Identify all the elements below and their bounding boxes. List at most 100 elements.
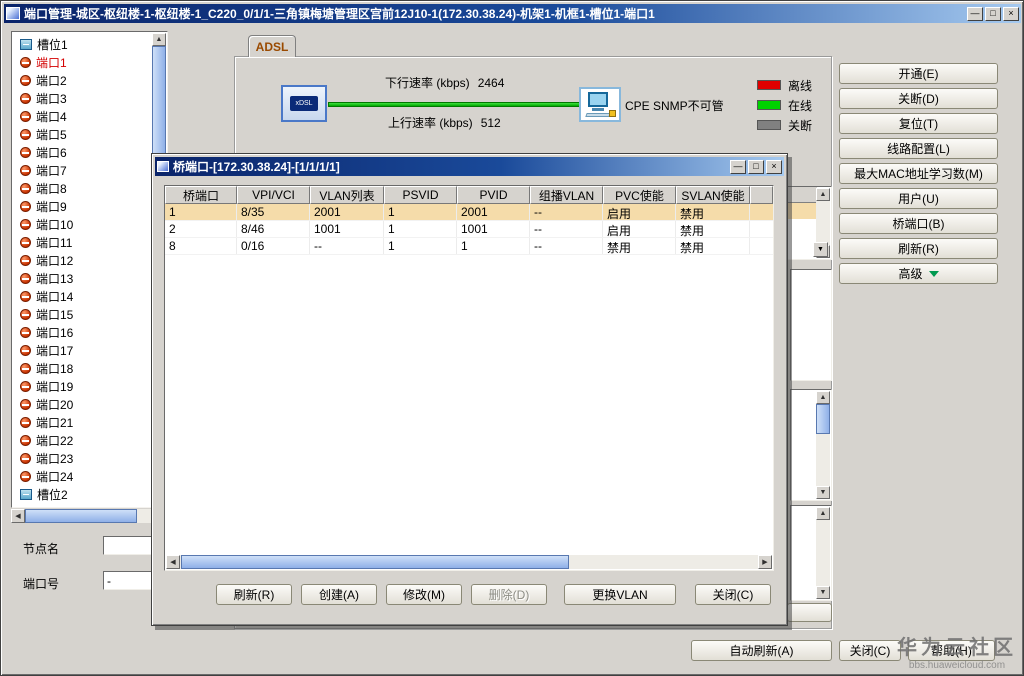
table-row[interactable]: 2 8/46 1001 1 1001 -- 启用 禁用 — [165, 221, 773, 238]
reset-button[interactable]: 复位(T) — [839, 113, 998, 134]
table-cell: 禁用 — [676, 238, 750, 254]
dialog-close-button[interactable]: 关闭(C) — [695, 584, 771, 605]
column-header-2[interactable]: VPI/VCI — [237, 186, 310, 204]
column-header-4[interactable]: PSVID — [384, 186, 457, 204]
scroll-up-icon[interactable]: ▲ — [816, 507, 830, 520]
bridge-port-button[interactable]: 桥端口(B) — [839, 213, 998, 234]
tree-item-端口7[interactable]: 端口7 — [13, 161, 152, 179]
tree-item-端口8[interactable]: 端口8 — [13, 179, 152, 197]
dialog-maximize-icon[interactable]: □ — [748, 159, 764, 174]
column-header-8[interactable]: SVLAN使能 — [676, 186, 750, 204]
tree-item-端口2[interactable]: 端口2 — [13, 71, 152, 89]
column-header-6[interactable]: 组播VLAN — [530, 186, 603, 204]
minimize-icon[interactable]: — — [967, 6, 983, 21]
column-header-7[interactable]: PVC使能 — [603, 186, 676, 204]
scroll-up-icon[interactable]: ▲ — [816, 188, 830, 201]
scroll-left-icon[interactable]: ◀ — [166, 555, 180, 569]
tree-item-端口6[interactable]: 端口6 — [13, 143, 152, 161]
table-cell: 2001 — [310, 204, 384, 220]
table-horizontal-scrollbar[interactable]: ◀ ▶ — [166, 555, 772, 569]
tree-item-槽位1[interactable]: 槽位1 — [13, 35, 152, 53]
button-label: 复位(T) — [898, 117, 939, 131]
tree-item-label: 端口21 — [36, 415, 74, 430]
tree-horizontal-scrollbar[interactable]: ◀ ▶ — [11, 509, 168, 523]
help-button[interactable]: 帮助(H) — [908, 640, 995, 661]
tree-item-端口17[interactable]: 端口17 — [13, 341, 152, 359]
auto-refresh-button[interactable]: 自动刷新(A) — [691, 640, 832, 661]
dialog-refresh-button[interactable]: 刷新(R) — [216, 584, 292, 605]
tree-item-端口20[interactable]: 端口20 — [13, 395, 152, 413]
table-cell: 0/16 — [237, 238, 310, 254]
scroll-right-icon[interactable]: ▶ — [758, 555, 772, 569]
column-header-5[interactable]: PVID — [457, 186, 530, 204]
tree-item-端口24[interactable]: 端口24 — [13, 467, 152, 485]
scroll-down-icon[interactable]: ▼ — [816, 586, 830, 599]
tree-item-端口4[interactable]: 端口4 — [13, 107, 152, 125]
dialog-create-button[interactable]: 创建(A) — [301, 584, 377, 605]
tree-item-端口14[interactable]: 端口14 — [13, 287, 152, 305]
tree-item-端口10[interactable]: 端口10 — [13, 215, 152, 233]
node-name-label: 节点名 — [23, 542, 60, 556]
tree-item-端口19[interactable]: 端口19 — [13, 377, 152, 395]
max-mac-learning-button[interactable]: 最大MAC地址学习数(M) — [839, 163, 998, 184]
background-button-fragment — [787, 603, 832, 622]
close-icon[interactable]: × — [1003, 6, 1019, 21]
table-row[interactable]: 8 0/16 -- 1 1 -- 禁用 禁用 — [165, 238, 773, 255]
dialog-titlebar[interactable]: 桥端口-[172.30.38.24]-[1/1/1/1] — □ × — [155, 157, 784, 176]
scroll-down-icon[interactable]: ▼ — [816, 486, 830, 499]
port-icon — [20, 398, 31, 410]
tree-item-label: 端口19 — [36, 379, 74, 394]
button-label: 高级 — [898, 267, 923, 281]
port-icon — [20, 326, 31, 338]
fragment-scrollbar[interactable]: ▲ ▼ — [816, 507, 830, 599]
tree-item-端口1[interactable]: 端口1 — [13, 53, 152, 71]
scrollbar-thumb[interactable] — [816, 404, 830, 434]
dialog-title: 桥端口-[172.30.38.24]-[1/1/1/1] — [173, 160, 340, 174]
legend-color-swatch — [757, 80, 781, 90]
dialog-change-vlan-button[interactable]: 更换VLAN — [564, 584, 676, 605]
maximize-icon[interactable]: □ — [985, 6, 1001, 21]
dialog-close-icon[interactable]: × — [766, 159, 782, 174]
combo-dropdown-icon[interactable]: ▼ — [813, 242, 828, 257]
column-header-3[interactable]: VLAN列表 — [310, 186, 384, 204]
dialog-modify-button[interactable]: 修改(M) — [386, 584, 462, 605]
open-button[interactable]: 开通(E) — [839, 63, 998, 84]
tree-item-label: 端口4 — [36, 109, 67, 124]
user-button[interactable]: 用户(U) — [839, 188, 998, 209]
scrollbar-thumb[interactable] — [25, 509, 137, 523]
scrollbar-thumb[interactable] — [181, 555, 569, 569]
tree-item-端口18[interactable]: 端口18 — [13, 359, 152, 377]
main-close-button[interactable]: 关闭(C) — [839, 640, 901, 661]
tree-item-端口11[interactable]: 端口11 — [13, 233, 152, 251]
refresh-button[interactable]: 刷新(R) — [839, 238, 998, 259]
advanced-button[interactable]: 高级 — [839, 263, 998, 284]
line-config-button[interactable]: 线路配置(L) — [839, 138, 998, 159]
column-header-1[interactable]: 桥端口 — [165, 186, 237, 204]
tree-item-label: 槽位1 — [37, 37, 68, 52]
button-label: 线路配置(L) — [887, 142, 950, 156]
fragment-scrollbar[interactable]: ▲ ▼ — [816, 391, 830, 499]
table-row[interactable]: 1 8/35 2001 1 2001 -- 启用 禁用 — [165, 204, 773, 221]
tree-item-端口23[interactable]: 端口23 — [13, 449, 152, 467]
button-label: 桥端口(B) — [892, 217, 945, 231]
tree-item-label: 端口7 — [36, 163, 67, 178]
tree-item-label: 端口22 — [36, 433, 74, 448]
cpe-icon — [579, 87, 621, 122]
tree-item-端口22[interactable]: 端口22 — [13, 431, 152, 449]
tree-item-端口12[interactable]: 端口12 — [13, 251, 152, 269]
scroll-up-icon[interactable]: ▲ — [816, 391, 830, 404]
tree-item-槽位2[interactable]: 槽位2 — [13, 485, 152, 503]
dialog-minimize-icon[interactable]: — — [730, 159, 746, 174]
scroll-left-icon[interactable]: ◀ — [11, 509, 25, 523]
shutdown-button[interactable]: 关断(D) — [839, 88, 998, 109]
scroll-up-icon[interactable]: ▲ — [152, 33, 166, 46]
tree-item-端口21[interactable]: 端口21 — [13, 413, 152, 431]
tree-item-端口9[interactable]: 端口9 — [13, 197, 152, 215]
tree-item-端口5[interactable]: 端口5 — [13, 125, 152, 143]
tree-item-端口3[interactable]: 端口3 — [13, 89, 152, 107]
tree-item-端口16[interactable]: 端口16 — [13, 323, 152, 341]
tree-item-端口13[interactable]: 端口13 — [13, 269, 152, 287]
window-titlebar[interactable]: 端口管理-城区-枢纽楼-1-枢纽楼-1_C220_0/1/1-三角镇梅塘管理区宫… — [4, 4, 1021, 23]
tree-item-端口15[interactable]: 端口15 — [13, 305, 152, 323]
tab-adsl[interactable]: ADSL — [248, 35, 296, 57]
